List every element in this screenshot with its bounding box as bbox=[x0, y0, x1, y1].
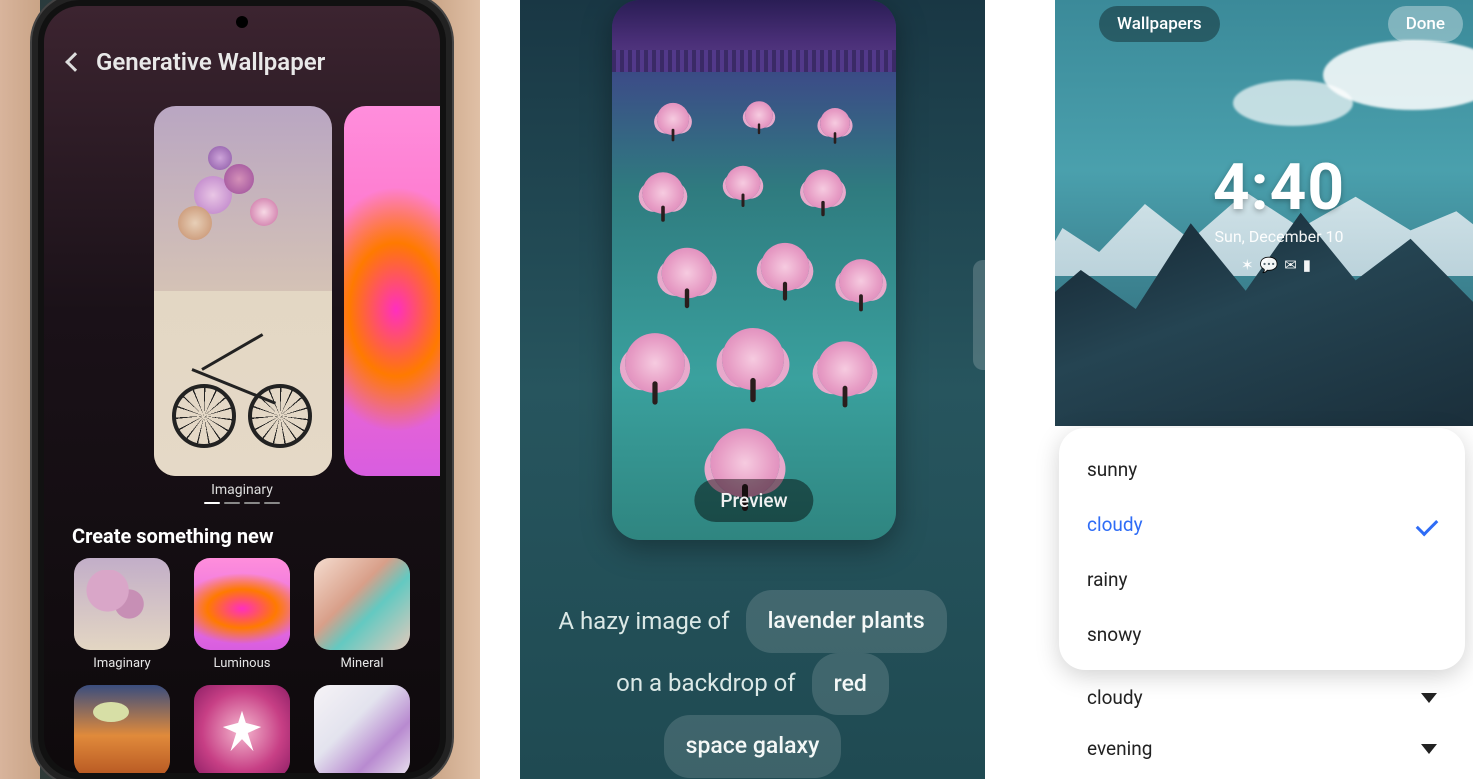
done-button[interactable]: Done bbox=[1388, 6, 1463, 42]
cherry-tree-icon bbox=[745, 101, 773, 129]
chevron-down-icon bbox=[1421, 744, 1437, 754]
selector-label: evening bbox=[1087, 737, 1152, 760]
prompt-text: A hazy image of bbox=[558, 595, 729, 648]
panel-prompt-builder: Preview A hazy image of lavender plants … bbox=[520, 0, 985, 779]
mail-icon: ✉ bbox=[1284, 256, 1303, 274]
flower-icon bbox=[178, 206, 212, 240]
selector-label: cloudy bbox=[1087, 686, 1143, 709]
cherry-tree-icon bbox=[839, 259, 883, 303]
cherry-tree-icon bbox=[625, 333, 685, 393]
style-thumb bbox=[314, 685, 410, 773]
cherry-tree-icon bbox=[657, 103, 689, 135]
cherry-tree-icon bbox=[726, 166, 761, 201]
cherry-tree-icon bbox=[803, 169, 842, 208]
prompt-text: on a backdrop of bbox=[616, 657, 796, 710]
style-thumb bbox=[74, 558, 170, 650]
phone-screen: Generative Wallpaper Imaginary bbox=[44, 6, 440, 773]
selectors-below: cloudy evening bbox=[1059, 672, 1465, 774]
style-label: Luminous bbox=[214, 656, 271, 671]
option-label: rainy bbox=[1087, 568, 1128, 591]
flower-icon bbox=[250, 198, 278, 226]
cloud-icon bbox=[1233, 80, 1353, 126]
preview-button[interactable]: Preview bbox=[694, 479, 813, 522]
option-sunny[interactable]: sunny bbox=[1059, 442, 1465, 497]
dot bbox=[244, 502, 260, 504]
prompt-chip-backdrop[interactable]: space galaxy bbox=[664, 715, 842, 778]
style-card-desert[interactable] bbox=[72, 685, 172, 773]
panel-weather-options: Wallpapers Done 4:40 Sun, December 10 ✶💬… bbox=[1025, 0, 1473, 779]
wallpapers-button[interactable]: Wallpapers bbox=[1099, 6, 1220, 42]
cherry-tree-icon bbox=[722, 328, 784, 390]
options-sheet: sunny cloudy rainy snowy bbox=[1059, 428, 1465, 670]
dot bbox=[224, 502, 240, 504]
style-thumb bbox=[194, 558, 290, 650]
prompt-chip-color[interactable]: red bbox=[812, 653, 889, 716]
option-label: sunny bbox=[1087, 458, 1137, 481]
option-label: cloudy bbox=[1087, 513, 1143, 536]
flower-icon bbox=[208, 146, 232, 170]
dot-active bbox=[204, 502, 220, 504]
clock-time: 4:40 bbox=[1085, 150, 1473, 225]
chevron-down-icon bbox=[1421, 693, 1437, 703]
create-heading: Create something new bbox=[72, 524, 274, 548]
lockscreen-wallpaper: Wallpapers Done 4:40 Sun, December 10 ✶💬… bbox=[1055, 0, 1473, 426]
cherry-tree-icon bbox=[642, 172, 683, 213]
panel-generative-wallpaper: Generative Wallpaper Imaginary bbox=[0, 0, 480, 779]
cherry-tree-icon bbox=[820, 108, 850, 138]
preview-caption: Imaginary bbox=[44, 482, 440, 498]
style-card-mineral[interactable]: Mineral bbox=[312, 558, 412, 671]
style-card-luminous[interactable]: Luminous bbox=[192, 558, 292, 671]
prompt-area: A hazy image of lavender plants on a bac… bbox=[520, 590, 985, 778]
style-label: Mineral bbox=[341, 656, 384, 671]
page-title: Generative Wallpaper bbox=[96, 48, 325, 76]
wallpaper-preview[interactable]: Preview bbox=[612, 0, 896, 540]
bike-frame-icon bbox=[192, 368, 282, 418]
prompt-chip-subject[interactable]: lavender plants bbox=[746, 590, 947, 653]
hand-left bbox=[0, 0, 40, 779]
cherry-tree-icon bbox=[662, 248, 713, 299]
back-icon[interactable] bbox=[65, 52, 85, 72]
dot bbox=[264, 502, 280, 504]
wallpaper-preview-next[interactable] bbox=[344, 106, 440, 476]
lockscreen-clock: 4:40 Sun, December 10 ✶💬✉▮ bbox=[1085, 150, 1473, 274]
style-card-imaginary[interactable]: Imaginary bbox=[72, 558, 172, 671]
style-card-smoke[interactable] bbox=[312, 685, 412, 773]
cherry-tree-icon bbox=[761, 243, 809, 291]
selector-time[interactable]: evening bbox=[1059, 723, 1465, 774]
cherry-tree-icon bbox=[817, 341, 872, 396]
camera-punchhole bbox=[236, 16, 248, 28]
prompt-line-2: on a backdrop of red bbox=[520, 653, 985, 716]
shuffle-icon: ✶ bbox=[1241, 256, 1260, 274]
style-card-insect[interactable] bbox=[192, 685, 292, 773]
clock-date: Sun, December 10 bbox=[1085, 227, 1473, 246]
topbar: Wallpapers Done bbox=[1099, 6, 1463, 42]
phone-frame: Generative Wallpaper Imaginary bbox=[38, 0, 446, 779]
check-icon bbox=[1416, 513, 1439, 536]
option-cloudy[interactable]: cloudy bbox=[1059, 497, 1465, 552]
style-thumb bbox=[194, 685, 290, 773]
option-rainy[interactable]: rainy bbox=[1059, 552, 1465, 607]
style-thumb bbox=[74, 685, 170, 773]
style-thumb bbox=[314, 558, 410, 650]
side-handle[interactable] bbox=[973, 260, 985, 370]
wallpaper-preview-card[interactable] bbox=[154, 106, 332, 476]
forest-band bbox=[612, 0, 896, 70]
option-snowy[interactable]: snowy bbox=[1059, 607, 1465, 662]
selector-weather[interactable]: cloudy bbox=[1059, 672, 1465, 723]
style-grid: Imaginary Luminous Mineral bbox=[72, 558, 412, 773]
chat-icon: 💬 bbox=[1260, 256, 1285, 274]
gutter bbox=[1025, 0, 1055, 779]
flower-icon bbox=[224, 164, 254, 194]
option-label: snowy bbox=[1087, 623, 1141, 646]
battery-icon: ▮ bbox=[1303, 256, 1317, 274]
carousel-dots bbox=[44, 502, 440, 504]
prompt-line-1: A hazy image of lavender plants bbox=[520, 590, 985, 653]
status-icons: ✶💬✉▮ bbox=[1085, 256, 1473, 274]
style-label: Imaginary bbox=[93, 656, 150, 671]
prompt-line-3: space galaxy bbox=[520, 715, 985, 778]
